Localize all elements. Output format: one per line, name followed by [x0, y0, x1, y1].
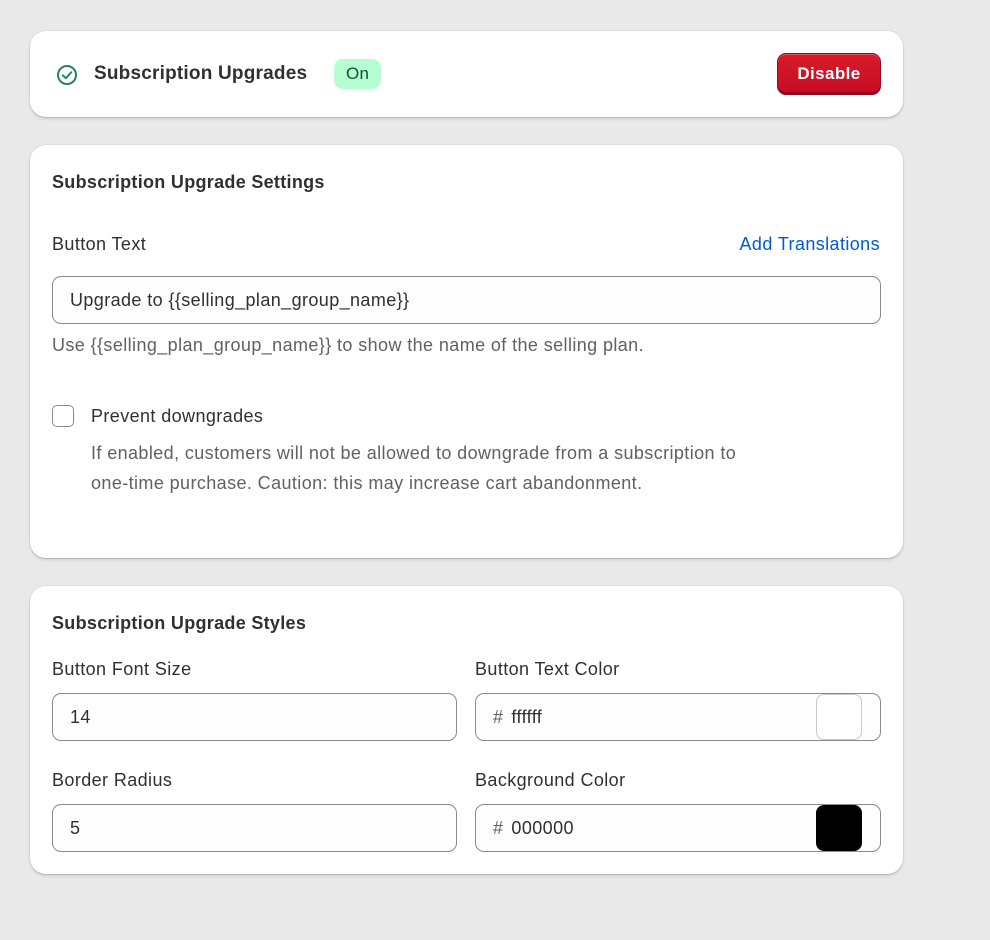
text-color-label: Button Text Color: [475, 659, 620, 679]
prevent-downgrades-label[interactable]: Prevent downgrades: [91, 406, 263, 427]
button-text-label: Button Text: [52, 234, 147, 254]
button-text-input[interactable]: Upgrade to {{selling_plan_group_name}}: [52, 276, 881, 324]
add-translations-link[interactable]: Add Translations: [740, 234, 880, 255]
text-color-swatch[interactable]: [816, 694, 862, 740]
font-size-input[interactable]: 14: [52, 693, 457, 741]
border-radius-label: Border Radius: [52, 770, 173, 790]
background-color-swatch[interactable]: [816, 805, 862, 851]
background-color-value: 000000: [511, 818, 574, 838]
hash-prefix: #: [493, 707, 504, 727]
subscription-upgrades-status-card: Subscription Upgrades On Disable: [30, 31, 903, 117]
disable-button[interactable]: Disable: [777, 53, 881, 95]
settings-heading: Subscription Upgrade Settings: [52, 172, 325, 192]
border-radius-input[interactable]: 5: [52, 804, 457, 852]
upgrade-settings-card: Subscription Upgrade Settings Button Tex…: [30, 145, 903, 558]
background-color-label: Background Color: [475, 770, 626, 790]
background-color-input[interactable]: #000000: [475, 804, 881, 852]
prevent-downgrades-help-line-1: If enabled, customers will not be allowe…: [91, 443, 737, 463]
upgrade-styles-card: Subscription Upgrade Styles Button Font …: [30, 586, 903, 874]
status-badge: On: [334, 59, 382, 89]
prevent-downgrades-help-line-2: one-time purchase. Caution: this may inc…: [91, 473, 643, 493]
text-color-input[interactable]: # ffffff: [475, 693, 881, 741]
text-color-value: ffffff: [511, 707, 543, 727]
font-size-label: Button Font Size: [52, 659, 192, 679]
status-title: Subscription Upgrades: [94, 63, 308, 84]
hash-prefix: #: [493, 818, 504, 838]
prevent-downgrades-checkbox[interactable]: [52, 405, 74, 427]
check-circle-icon: [57, 65, 77, 85]
styles-heading: Subscription Upgrade Styles: [52, 613, 307, 633]
button-text-help: Use {{selling_plan_group_name}} to show …: [52, 335, 644, 355]
